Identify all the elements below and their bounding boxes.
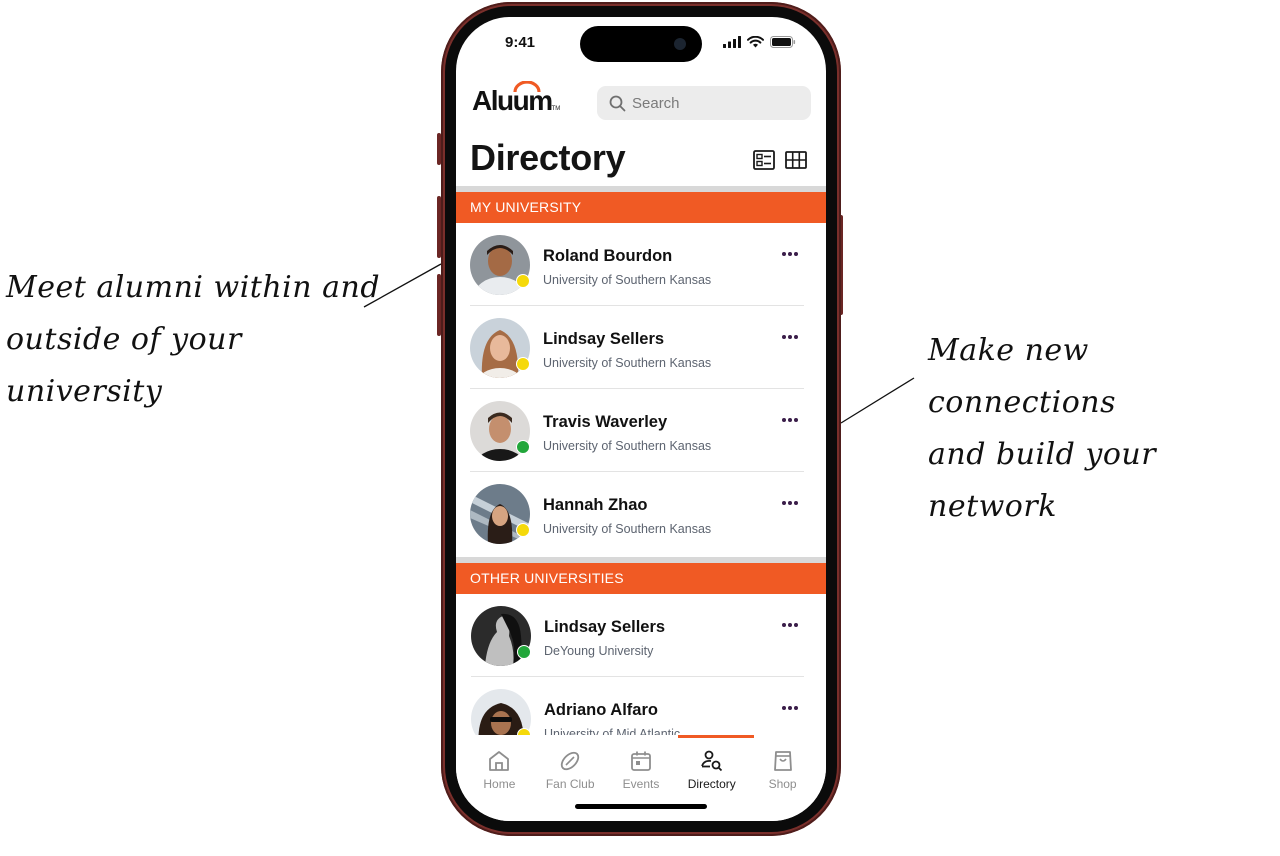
member-row[interactable]: Lindsay Sellers DeYoung University [471, 594, 804, 677]
dynamic-island [580, 26, 702, 62]
more-options-button[interactable] [776, 411, 804, 429]
signal-icon [723, 36, 741, 48]
member-name: Roland Bourdon [543, 247, 673, 265]
wifi-icon [747, 36, 764, 48]
home-icon [489, 751, 510, 771]
member-university: University of Southern Kansas [543, 522, 712, 536]
section-my-university: MY UNIVERSITY Roland Bourdon University … [456, 186, 826, 555]
member-row[interactable]: Roland Bourdon University of Southern Ka… [470, 223, 804, 306]
more-options-button[interactable] [776, 245, 804, 263]
search-icon [609, 95, 626, 111]
list-view-icon [753, 150, 775, 170]
annotation-right-line-2: and build your network [928, 437, 1157, 524]
tab-label: Home [483, 777, 516, 791]
list-view-button[interactable] [752, 149, 776, 171]
grid-view-button[interactable] [784, 149, 808, 171]
annotation-left-line-1: Meet alumni within and [6, 270, 381, 305]
shopping-bag-icon [773, 751, 792, 771]
phone-screen: 9:41 AluumTM Search Directory MY UNIVERS… [456, 17, 826, 821]
status-bar: 9:41 [456, 17, 826, 67]
status-online-indicator [516, 440, 530, 454]
member-row[interactable]: Travis Waverley University of Southern K… [470, 389, 804, 472]
tab-directory[interactable]: Directory [677, 749, 747, 791]
status-away-indicator [516, 274, 530, 288]
tab-list: Home Fan Club Events Directory Shop [456, 749, 826, 791]
annotation-left: Meet alumni within and outside of your u… [6, 262, 386, 418]
member-row[interactable]: Hannah Zhao University of Southern Kansa… [470, 472, 804, 555]
member-name: Travis Waverley [543, 413, 668, 431]
more-options-button[interactable] [776, 616, 804, 634]
logo-trademark: TM [551, 106, 561, 112]
annotation-right-line-1: Make new connections [928, 333, 1116, 420]
member-name: Lindsay Sellers [544, 618, 666, 636]
more-options-button[interactable] [776, 494, 804, 512]
tab-label: Fan Club [545, 777, 595, 791]
tab-events[interactable]: Events [606, 749, 676, 791]
member-name: Adriano Alfaro [544, 701, 658, 719]
search-input[interactable] [632, 94, 802, 112]
home-indicator[interactable] [575, 804, 707, 809]
logo-arc-icon [513, 81, 541, 93]
member-university: University of Southern Kansas [543, 273, 712, 287]
directory-search-icon [700, 750, 722, 772]
tab-label: Shop [768, 777, 797, 791]
page-title: Directory [470, 137, 626, 178]
battery-icon [770, 36, 796, 48]
grid-view-icon [785, 151, 807, 169]
calendar-icon [631, 751, 651, 771]
leader-line-right [840, 377, 915, 424]
member-university: DeYoung University [544, 644, 654, 658]
status-icons [723, 36, 796, 48]
member-name: Lindsay Sellers [543, 330, 665, 348]
member-university: University of Southern Kansas [543, 439, 712, 453]
member-name: Hannah Zhao [543, 496, 648, 514]
status-online-indicator [517, 645, 531, 659]
section-header: OTHER UNIVERSITIES [456, 563, 826, 594]
status-time: 9:41 [505, 34, 536, 51]
tab-label: Directory [687, 777, 736, 791]
section-other-universities: OTHER UNIVERSITIES Lindsay Sellers DeYou… [456, 557, 826, 760]
tab-label: Events [622, 777, 660, 791]
section-header: MY UNIVERSITY [456, 192, 826, 223]
search-bar[interactable] [597, 86, 811, 120]
annotation-left-line-2: outside of your university [6, 322, 242, 409]
active-tab-indicator [678, 735, 754, 738]
football-icon [561, 751, 580, 771]
aluum-logo[interactable]: AluumTM [472, 81, 561, 117]
tab-fan-club[interactable]: Fan Club [535, 749, 605, 791]
camera-icon [674, 38, 686, 50]
status-away-indicator [516, 523, 530, 537]
more-options-button[interactable] [776, 699, 804, 717]
tab-home[interactable]: Home [464, 749, 534, 791]
status-away-indicator [516, 357, 530, 371]
member-row[interactable]: Lindsay Sellers University of Southern K… [470, 306, 804, 389]
tab-shop[interactable]: Shop [748, 749, 818, 791]
annotation-right: Make new connections and build your netw… [928, 325, 1278, 533]
member-list: Roland Bourdon University of Southern Ka… [456, 223, 826, 555]
more-options-button[interactable] [776, 328, 804, 346]
view-toggle-group [752, 149, 808, 171]
member-university: University of Southern Kansas [543, 356, 712, 370]
